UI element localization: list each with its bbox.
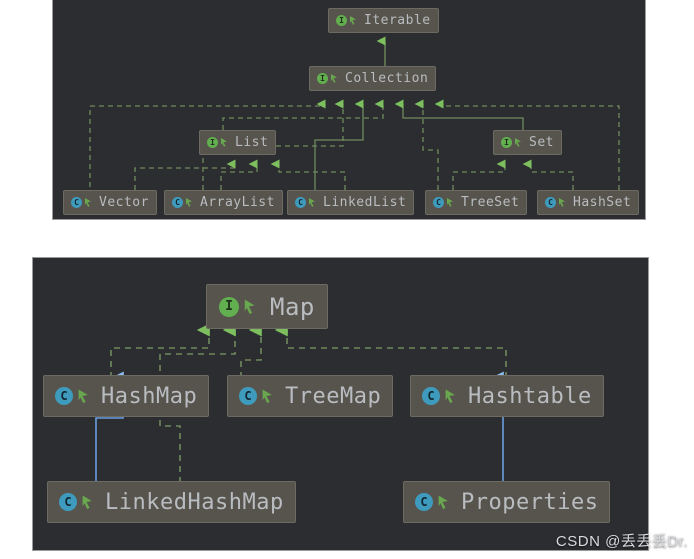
pointer-icon	[308, 197, 317, 208]
node-label: HashSet	[573, 195, 632, 210]
node-hashmap[interactable]: C HashMap	[43, 375, 210, 417]
pointer-icon	[349, 15, 358, 26]
node-collection[interactable]: I Collection	[309, 66, 437, 91]
class-badge-icon: C	[239, 387, 257, 405]
class-badge-icon: C	[172, 197, 183, 208]
node-linkedhashmap[interactable]: C LinkedHashMap	[47, 481, 296, 523]
node-hashset[interactable]: C HashSet	[537, 190, 640, 215]
node-iterable[interactable]: I Iterable	[328, 8, 439, 33]
collection-hierarchy-diagram: I Iterable I Collection I List I Set C V…	[53, 0, 645, 219]
node-properties[interactable]: C Properties	[403, 481, 611, 523]
pointer-icon	[261, 388, 275, 405]
node-label: List	[235, 135, 269, 150]
interface-badge-icon: I	[317, 73, 328, 84]
node-label: Properties	[461, 489, 599, 515]
class-badge-icon: C	[59, 493, 77, 511]
class-badge-icon: C	[415, 493, 433, 511]
node-label: HashMap	[101, 383, 198, 409]
node-label: Set	[529, 135, 554, 150]
pointer-icon	[446, 197, 455, 208]
csdn-watermark: CSDN @丢丢丢Dr.	[555, 533, 688, 550]
class-badge-icon: C	[545, 197, 556, 208]
node-label: LinkedHashMap	[105, 489, 284, 515]
interface-badge-icon: I	[219, 296, 239, 317]
node-label: TreeSet	[461, 195, 520, 210]
node-label: Collection	[345, 71, 429, 86]
node-hashtable[interactable]: C Hashtable	[410, 375, 604, 417]
pointer-icon	[84, 197, 93, 208]
node-label: TreeMap	[285, 383, 382, 409]
pointer-icon	[514, 137, 523, 148]
node-map[interactable]: I Map	[206, 284, 328, 329]
pointer-icon	[330, 73, 339, 84]
pointer-icon	[185, 197, 194, 208]
class-badge-icon: C	[55, 387, 73, 405]
map-hierarchy-diagram: I Map C HashMap C TreeMap C Hashtable C	[33, 258, 648, 550]
node-label: Hashtable	[468, 383, 592, 409]
pointer-icon	[437, 494, 451, 511]
interface-badge-icon: I	[207, 137, 218, 148]
node-linkedlist[interactable]: C LinkedList	[287, 190, 415, 215]
node-set[interactable]: I Set	[493, 130, 562, 155]
pointer-icon	[81, 494, 95, 511]
pointer-icon	[220, 137, 229, 148]
pointer-icon	[444, 388, 458, 405]
class-badge-icon: C	[422, 387, 440, 405]
node-list[interactable]: I List	[199, 130, 277, 155]
node-treeset[interactable]: C TreeSet	[425, 190, 528, 215]
node-arraylist[interactable]: C ArrayList	[164, 190, 283, 215]
node-treemap[interactable]: C TreeMap	[227, 375, 394, 417]
interface-badge-icon: I	[501, 137, 512, 148]
class-badge-icon: C	[295, 197, 306, 208]
node-label: ArrayList	[200, 195, 275, 210]
node-label: LinkedList	[323, 195, 407, 210]
class-badge-icon: C	[71, 197, 82, 208]
node-vector[interactable]: C Vector	[63, 190, 157, 215]
interface-badge-icon: I	[336, 15, 347, 26]
pointer-icon	[77, 388, 91, 405]
node-label: Vector	[99, 195, 149, 210]
pointer-icon	[558, 197, 567, 208]
node-label: Map	[270, 292, 315, 321]
node-label: Iterable	[364, 13, 431, 28]
class-badge-icon: C	[433, 197, 444, 208]
pointer-icon	[243, 298, 258, 316]
